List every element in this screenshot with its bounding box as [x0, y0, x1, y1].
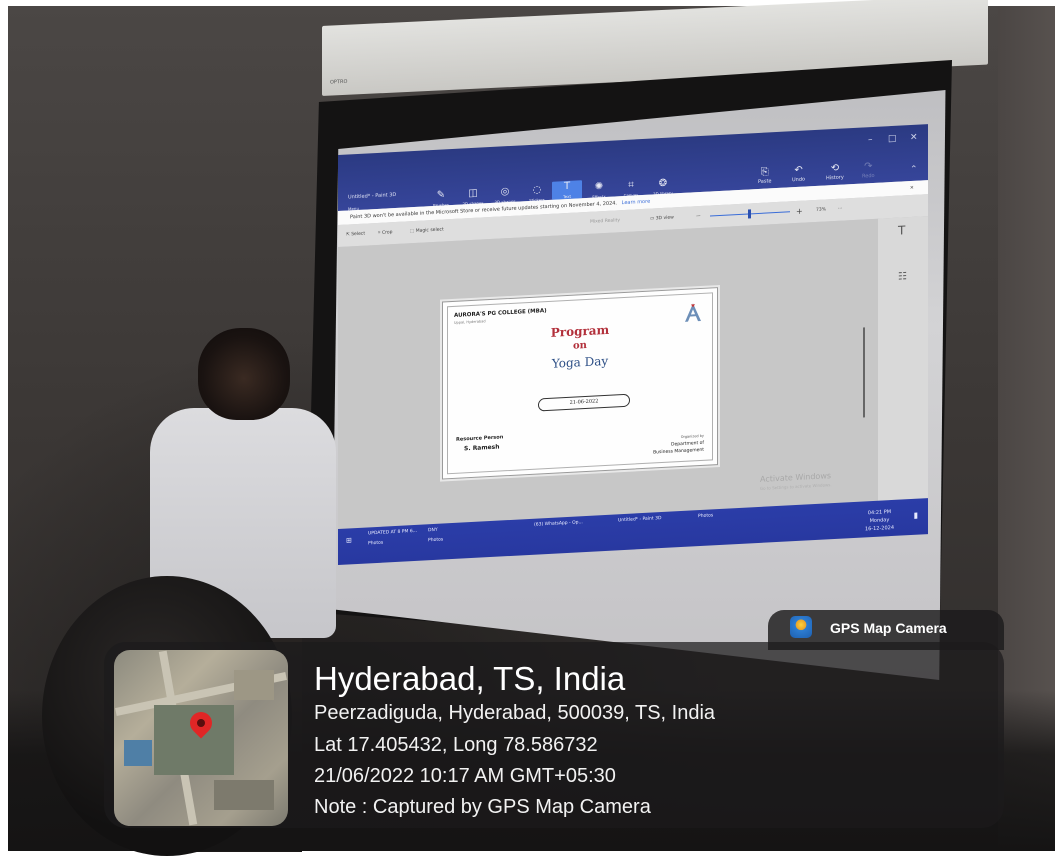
maximize-icon[interactable]: □: [888, 134, 897, 144]
history-label: History: [826, 174, 844, 182]
redo-icon: ↷: [864, 160, 873, 173]
map-thumbnail: [114, 650, 288, 826]
map-block: [124, 740, 152, 766]
taskbar-clock[interactable]: 04:21 PM Monday 16-12-2024: [865, 508, 894, 534]
gps-address: Peerzadiguda, Hyderabad, 500039, TS, Ind…: [314, 702, 716, 724]
shapes-3d-icon: ◎: [500, 186, 510, 198]
taskbar-item-photos-1[interactable]: Photos: [368, 541, 383, 547]
paste-label: Paste: [758, 178, 772, 185]
event-date: 21-06-2022: [538, 393, 630, 412]
text-icon: T: [898, 223, 906, 238]
department-line-2: Business Management: [653, 447, 704, 456]
map-block: [234, 670, 274, 700]
college-location: Uppal, Hyderabad: [454, 319, 486, 325]
history-button[interactable]: ⟲ History: [826, 162, 844, 182]
taskbar-item-photos-2[interactable]: Photos: [428, 537, 443, 543]
canvas-icon: ⌗: [628, 179, 634, 191]
taskbar-item-whatsapp[interactable]: (63) WhatsApp - Op...: [534, 520, 583, 528]
select-label: Select: [351, 231, 366, 238]
taskbar-item-updated[interactable]: UPDATED AT 8 PM 6...: [368, 529, 417, 537]
gps-coordinates: Lat 17.405432, Long 78.586732: [314, 734, 598, 756]
dismiss-notice-icon[interactable]: ×: [910, 181, 914, 195]
zoom-slider-handle[interactable]: [748, 209, 751, 219]
zoom-level: 73%: [816, 207, 827, 213]
history-icon: ⟲: [830, 162, 840, 175]
3d-view-label: 3D view: [655, 215, 674, 222]
close-icon[interactable]: ✕: [910, 133, 918, 143]
redo-button[interactable]: ↷ Redo: [862, 161, 875, 180]
undo-label: Undo: [792, 176, 806, 184]
presenter-head: [198, 328, 290, 420]
slide-border: AURORA'S PG COLLEGE (MBA) Uppal, Hyderab…: [447, 292, 713, 475]
paste-button[interactable]: ⎘ Paste: [758, 166, 772, 185]
library-icon: ❂: [658, 177, 668, 190]
clock-date: 16-12-2024: [864, 524, 894, 533]
college-name: AURORA'S PG COLLEGE (MBA): [454, 308, 547, 319]
taskbar-item-paint3d[interactable]: Untitled* - Paint 3D: [618, 516, 661, 523]
brush-icon: ✎: [436, 189, 446, 201]
notification-icon[interactable]: ▮: [914, 511, 918, 520]
projector-brand: OPTRO: [330, 78, 348, 86]
location-pin-dot: [197, 719, 205, 727]
text-properties-panel: T ☷: [878, 216, 928, 501]
app-title: Untitled* - Paint 3D: [348, 191, 397, 201]
crop-label: Crop: [381, 230, 393, 236]
collapse-ribbon-icon[interactable]: ⌃: [910, 165, 918, 175]
tool-text[interactable]: T Text: [552, 180, 582, 200]
department-line-1: Department of: [671, 440, 704, 448]
organized-by-label: Organized by: [680, 433, 704, 440]
sticker-icon: ◌: [532, 184, 542, 196]
learn-more-link[interactable]: Learn more: [622, 199, 651, 206]
undo-button[interactable]: ↶ Undo: [792, 165, 805, 184]
start-icon[interactable]: ⊞: [346, 536, 352, 544]
zoom-in-icon[interactable]: +: [796, 201, 803, 223]
paste-icon: ⎘: [760, 166, 769, 178]
3d-view-button[interactable]: ▭ 3D view: [650, 207, 674, 230]
gps-camera-app-icon: [790, 616, 812, 638]
taskbar-item-photos-3[interactable]: Photos: [698, 513, 713, 519]
undo-icon: ↶: [794, 164, 803, 177]
magic-select-label: Magic select: [415, 227, 444, 234]
shapes-2d-icon: ◫: [468, 187, 478, 200]
gps-camera-label: GPS Map Camera: [830, 620, 947, 636]
redo-label: Redo: [862, 172, 875, 180]
paint3d-window: Untitled* - Paint 3D Menu – □ ✕ ✎Brushes…: [338, 124, 928, 565]
gps-note: Note : Captured by GPS Map Camera: [314, 796, 651, 818]
canvas-scrollbar[interactable]: [863, 327, 865, 418]
minimize-icon[interactable]: –: [868, 135, 873, 145]
resource-person-name: S. Ramesh: [464, 443, 500, 453]
map-block: [214, 780, 274, 810]
text-icon: T: [563, 180, 571, 193]
resource-person-label: Resource Person: [456, 434, 504, 443]
align-icon[interactable]: ☷: [898, 271, 907, 282]
gps-city: Hyderabad, TS, India: [314, 660, 626, 697]
zoom-out-icon[interactable]: —: [696, 206, 701, 228]
slide-canvas[interactable]: AURORA'S PG COLLEGE (MBA) Uppal, Hyderab…: [442, 287, 718, 480]
effects-icon: ✺: [594, 181, 604, 193]
crop-button[interactable]: ⌗ Crop: [378, 222, 392, 245]
magic-select-button[interactable]: ⬚ Magic select: [410, 219, 444, 243]
mixed-reality-label: Mixed Reality: [590, 218, 621, 225]
more-options-icon[interactable]: ···: [838, 199, 842, 221]
select-button[interactable]: ⇱ Select: [346, 224, 365, 247]
taskbar-item-dny[interactable]: DNY: [428, 528, 438, 534]
gps-datetime: 21/06/2022 10:17 AM GMT+05:30: [314, 765, 616, 787]
mixed-reality-button[interactable]: Mixed Reality: [590, 210, 620, 234]
